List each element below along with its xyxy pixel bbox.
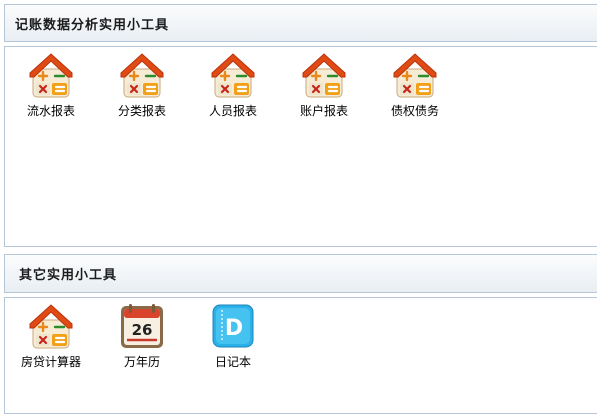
section-body: 流水报表 分类报表 人员报表 账户报表 债权债务: [4, 46, 597, 247]
calculator-house-icon: [27, 302, 75, 350]
calendar-icon: 26: [121, 304, 163, 348]
tool-category-report[interactable]: 分类报表: [110, 51, 174, 119]
section-body: 房贷计算器 26 万年历 D 日记本: [4, 297, 597, 414]
calculator-house-icon: [391, 51, 439, 99]
calculator-house-icon: [118, 51, 166, 99]
calculator-house-icon: [27, 51, 75, 99]
tool-label: 日记本: [214, 355, 251, 369]
tool-flow-report[interactable]: 流水报表: [19, 51, 83, 119]
tool-calendar[interactable]: 26 万年历: [110, 302, 174, 370]
tool-account-report[interactable]: 账户报表: [292, 51, 356, 119]
calendar-day-text: 26: [132, 321, 153, 339]
section-header: 记账数据分析实用小工具: [4, 4, 597, 42]
tool-member-report[interactable]: 人员报表: [201, 51, 265, 119]
tool-label: 房贷计算器: [20, 355, 81, 369]
tool-mortgage-calculator[interactable]: 房贷计算器: [19, 302, 83, 370]
tool-label: 人员报表: [208, 104, 257, 118]
calculator-house-icon: [209, 51, 257, 99]
tool-label: 账户报表: [299, 104, 348, 118]
section-title: 记账数据分析实用小工具: [15, 17, 170, 33]
tool-label: 万年历: [123, 355, 160, 369]
section-title: 其它实用小工具: [19, 268, 118, 283]
tool-diary[interactable]: D 日记本: [201, 302, 265, 370]
tool-label: 流水报表: [26, 104, 75, 118]
section-header: 其它实用小工具: [4, 254, 597, 293]
tool-label: 分类报表: [117, 104, 166, 118]
tool-debt-credit[interactable]: 债权债务: [383, 51, 447, 119]
tool-label: 债权债务: [390, 104, 439, 118]
diary-icon: D: [212, 304, 254, 348]
calculator-house-icon: [300, 51, 348, 99]
diary-letter-text: D: [225, 316, 243, 341]
